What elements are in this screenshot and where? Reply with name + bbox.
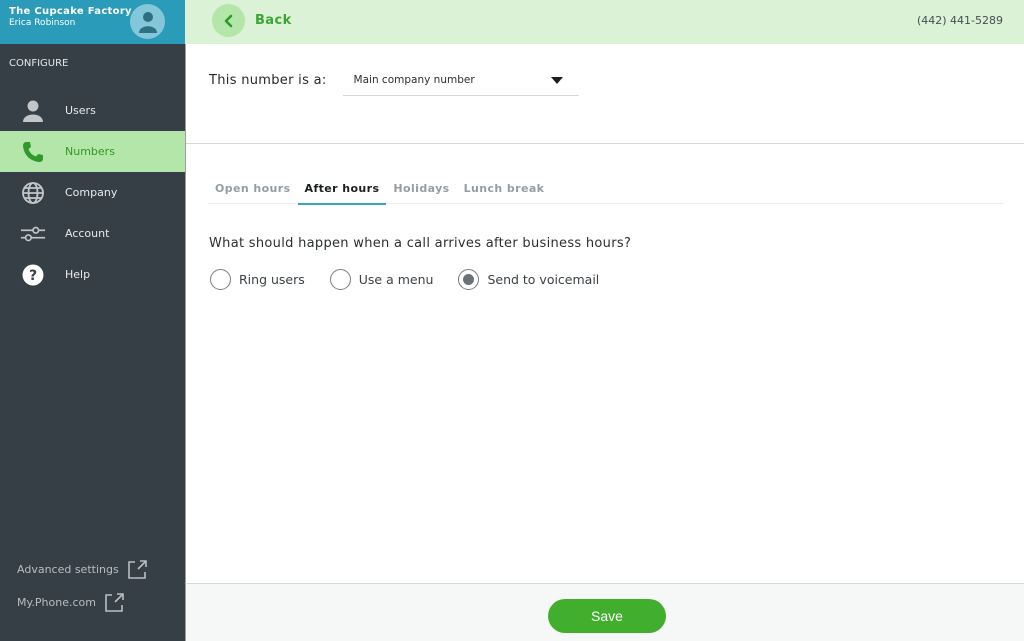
tab-holidays[interactable]: Holidays: [386, 182, 456, 204]
avatar[interactable]: [130, 4, 165, 39]
number-type-select[interactable]: Main company number: [342, 65, 579, 96]
radio-send-to-voicemail[interactable]: Send to voicemail: [458, 269, 599, 290]
sidebar-item-label: Company: [65, 186, 118, 199]
sidebar: The Cupcake Factory Erica Robinson CONFI…: [0, 0, 185, 641]
sidebar-item-company[interactable]: Company: [0, 172, 185, 213]
sidebar-item-help[interactable]: ? Help: [0, 254, 185, 295]
phone-number: (442) 441-5289: [916, 14, 1003, 27]
user-icon: [20, 98, 46, 124]
tab-open-hours[interactable]: Open hours: [208, 182, 298, 204]
radio-label: Ring users: [239, 272, 305, 287]
number-type-value: Main company number: [353, 74, 475, 86]
sliders-icon: [20, 221, 46, 247]
number-type-row: This number is a: Main company number: [209, 65, 579, 96]
external-link-icon: [105, 592, 124, 612]
radio-dot: [463, 274, 475, 285]
sidebar-item-users[interactable]: Users: [0, 90, 185, 131]
globe-icon: [20, 180, 46, 206]
radio-circle: [329, 269, 351, 290]
advanced-settings-link[interactable]: Advanced settings: [17, 553, 149, 586]
back-button[interactable]: Back: [212, 4, 292, 37]
number-type-label: This number is a:: [209, 73, 327, 88]
radio-circle-selected: [458, 269, 480, 290]
external-link-icon: [127, 559, 147, 579]
main-panel: This number is a: Main company number Op…: [185, 44, 1024, 583]
radio-label: Send to voicemail: [487, 272, 600, 287]
top-bar: Back (442) 441-5289: [185, 0, 1024, 44]
caret-down-icon: [550, 76, 563, 84]
phone-icon: [20, 139, 46, 165]
sidebar-item-numbers[interactable]: Numbers: [0, 131, 185, 172]
radio-circle: [210, 269, 231, 290]
sidebar-item-account[interactable]: Account: [0, 213, 185, 254]
after-hours-options: Ring users Use a menu Send to voicemail: [210, 269, 624, 290]
sidebar-item-label: Users: [65, 104, 96, 117]
svg-text:?: ?: [29, 268, 37, 284]
divider: [186, 143, 1024, 144]
radio-use-a-menu[interactable]: Use a menu: [329, 269, 434, 290]
link-label: My.Phone.com: [17, 596, 96, 609]
tab-after-hours[interactable]: After hours: [297, 182, 387, 205]
help-icon: ?: [20, 262, 46, 288]
back-label: Back: [255, 13, 292, 28]
link-label: Advanced settings: [17, 563, 119, 576]
external-links: Advanced settings My.Phone.com: [17, 553, 149, 619]
myphone-link[interactable]: My.Phone.com: [17, 586, 149, 619]
sidebar-item-label: Account: [65, 227, 110, 240]
save-button[interactable]: Save: [548, 599, 666, 633]
user-avatar-icon: [138, 11, 157, 33]
radio-label: Use a menu: [358, 272, 434, 287]
footer: Save: [185, 583, 1024, 641]
account-header[interactable]: The Cupcake Factory Erica Robinson: [0, 0, 185, 44]
radio-ring-users[interactable]: Ring users: [210, 269, 305, 290]
tabs: Open hours After hours Holidays Lunch br…: [208, 182, 1004, 205]
after-hours-question: What should happen when a call arrives a…: [209, 236, 632, 251]
sidebar-item-label: Numbers: [65, 145, 115, 158]
sidebar-item-label: Help: [65, 268, 91, 281]
tab-lunch-break[interactable]: Lunch break: [457, 182, 552, 204]
chevron-left-icon: [212, 4, 245, 37]
section-label: CONFIGURE: [9, 58, 69, 69]
